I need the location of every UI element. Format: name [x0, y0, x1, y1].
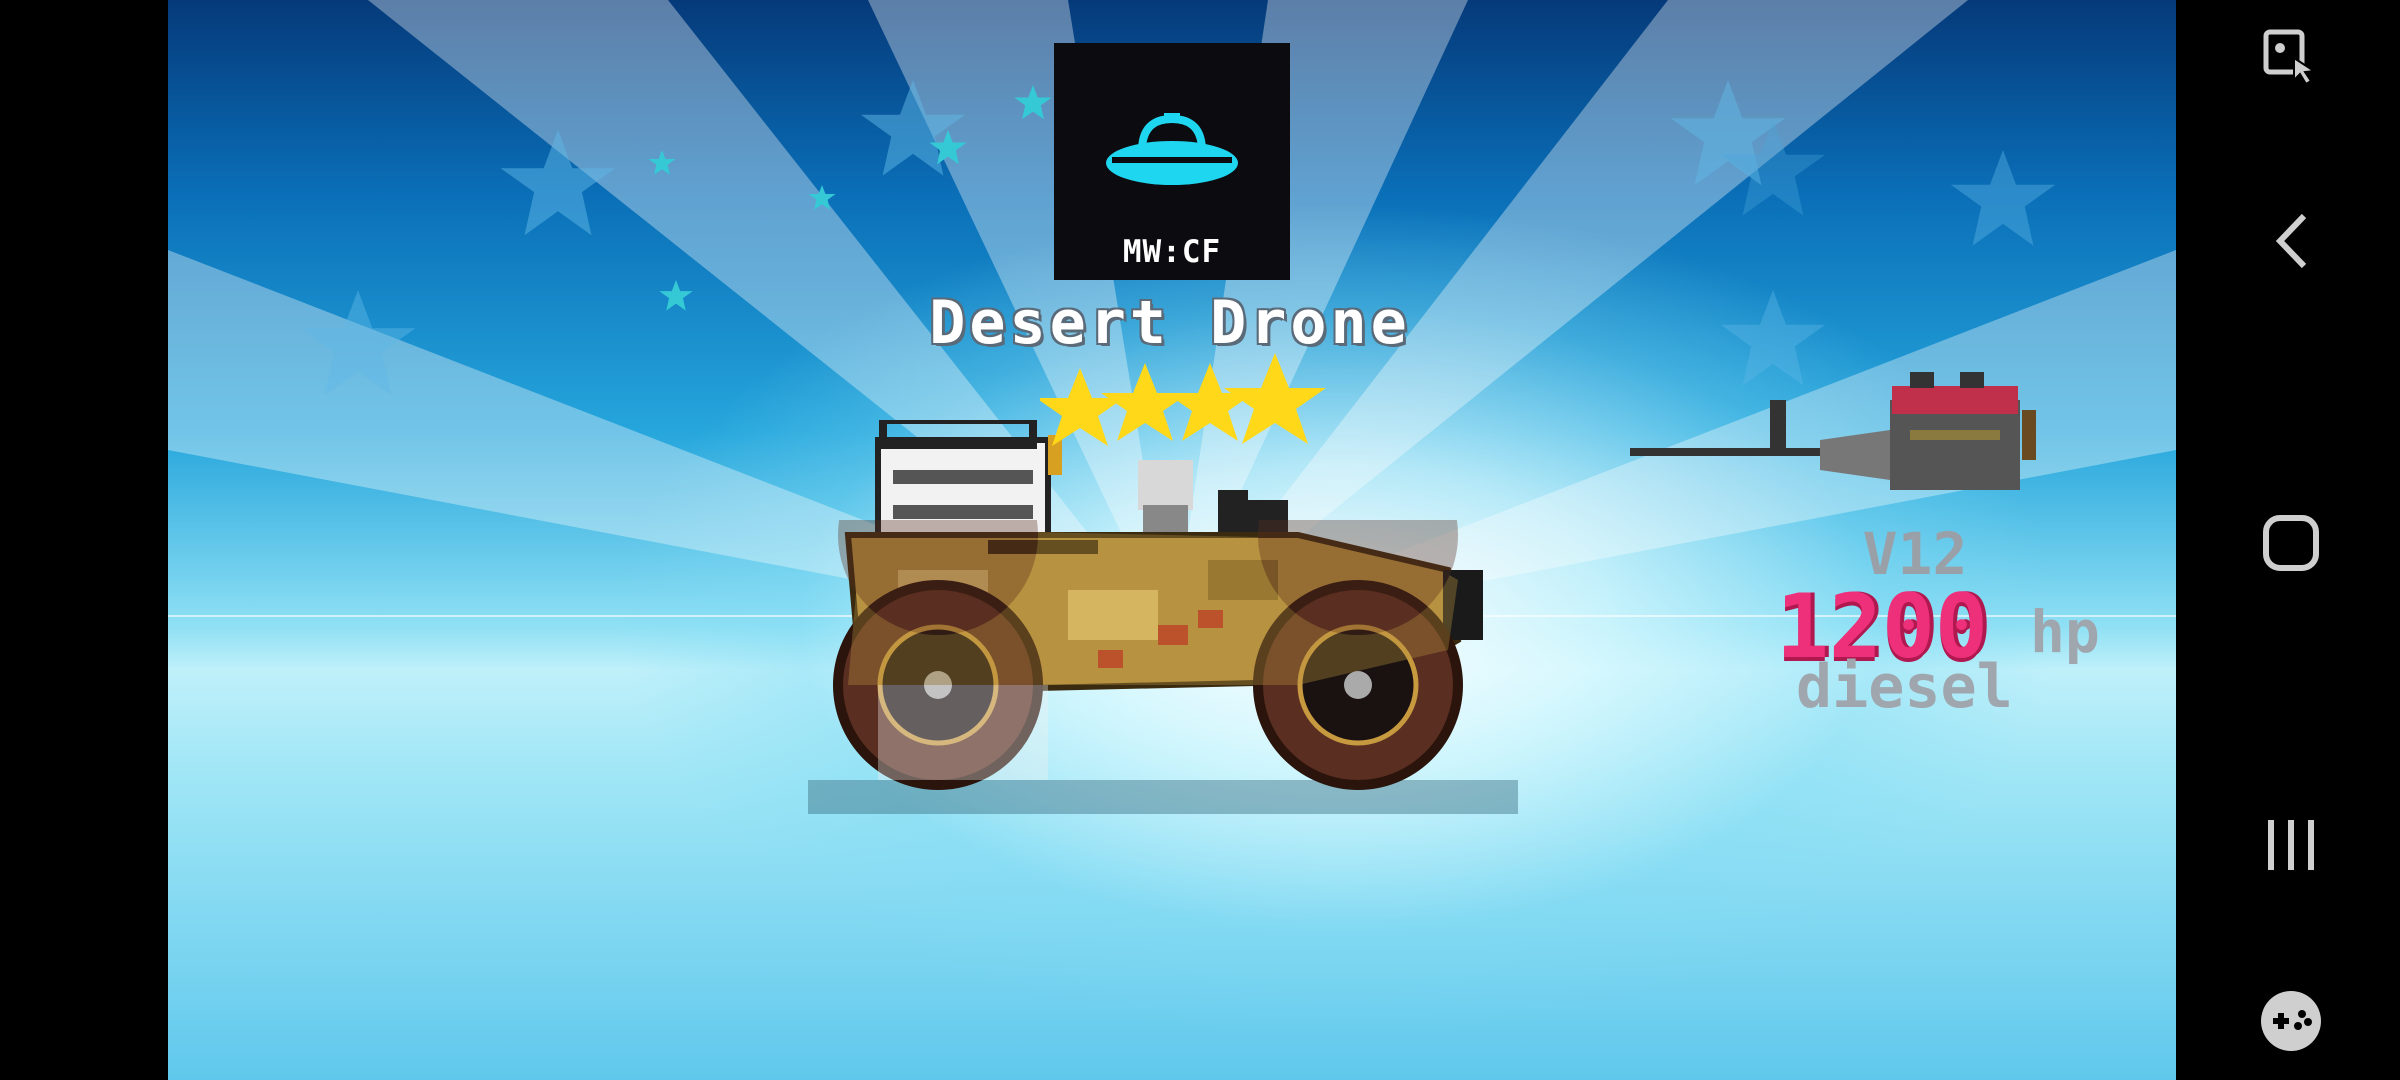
rating-star-icon	[1101, 363, 1189, 441]
screenshot-touch-icon	[2263, 29, 2317, 86]
engine-icon	[1630, 372, 2036, 490]
sparkle-star-icon	[929, 130, 967, 165]
background-star-icon	[300, 290, 416, 396]
sparkle-star-icon	[648, 150, 676, 175]
background-star-icon	[1720, 120, 1826, 216]
home-icon	[2263, 515, 2319, 571]
car-reflection	[838, 520, 1458, 780]
rating-star-icon	[1040, 368, 1124, 446]
recents-button[interactable]	[2246, 800, 2336, 890]
back-icon	[2275, 213, 2307, 269]
screenshot-touch-button[interactable]	[2246, 10, 2336, 100]
home-button[interactable]	[2246, 498, 2336, 588]
sparkle-star-icon	[659, 280, 693, 311]
ufo-icon	[1106, 113, 1238, 185]
game-tools-icon	[2261, 991, 2321, 1051]
badge-label: MW:CF	[1122, 234, 1222, 270]
sparkle-star-icon	[808, 185, 836, 210]
back-button[interactable]	[2246, 196, 2336, 286]
engine-fuel-type: diesel	[1796, 652, 2013, 722]
rating-star-icon	[1224, 353, 1326, 444]
game-tools-button[interactable]	[2246, 976, 2336, 1066]
horsepower-unit: hp	[2030, 598, 2100, 666]
rating-star-icon	[1166, 363, 1254, 441]
system-nav-bar	[2176, 0, 2400, 1080]
sparkle-star-icon	[1014, 85, 1052, 120]
recents-icon	[2268, 820, 2314, 870]
star-rating	[1040, 353, 1326, 446]
background-star-icon	[1950, 150, 2056, 246]
game-scene[interactable]: MW:CF Desert Drone V12 1200 hp diesel	[168, 0, 2176, 1080]
background-star-icon	[500, 130, 616, 236]
game-badge: MW:CF	[1054, 43, 1290, 280]
